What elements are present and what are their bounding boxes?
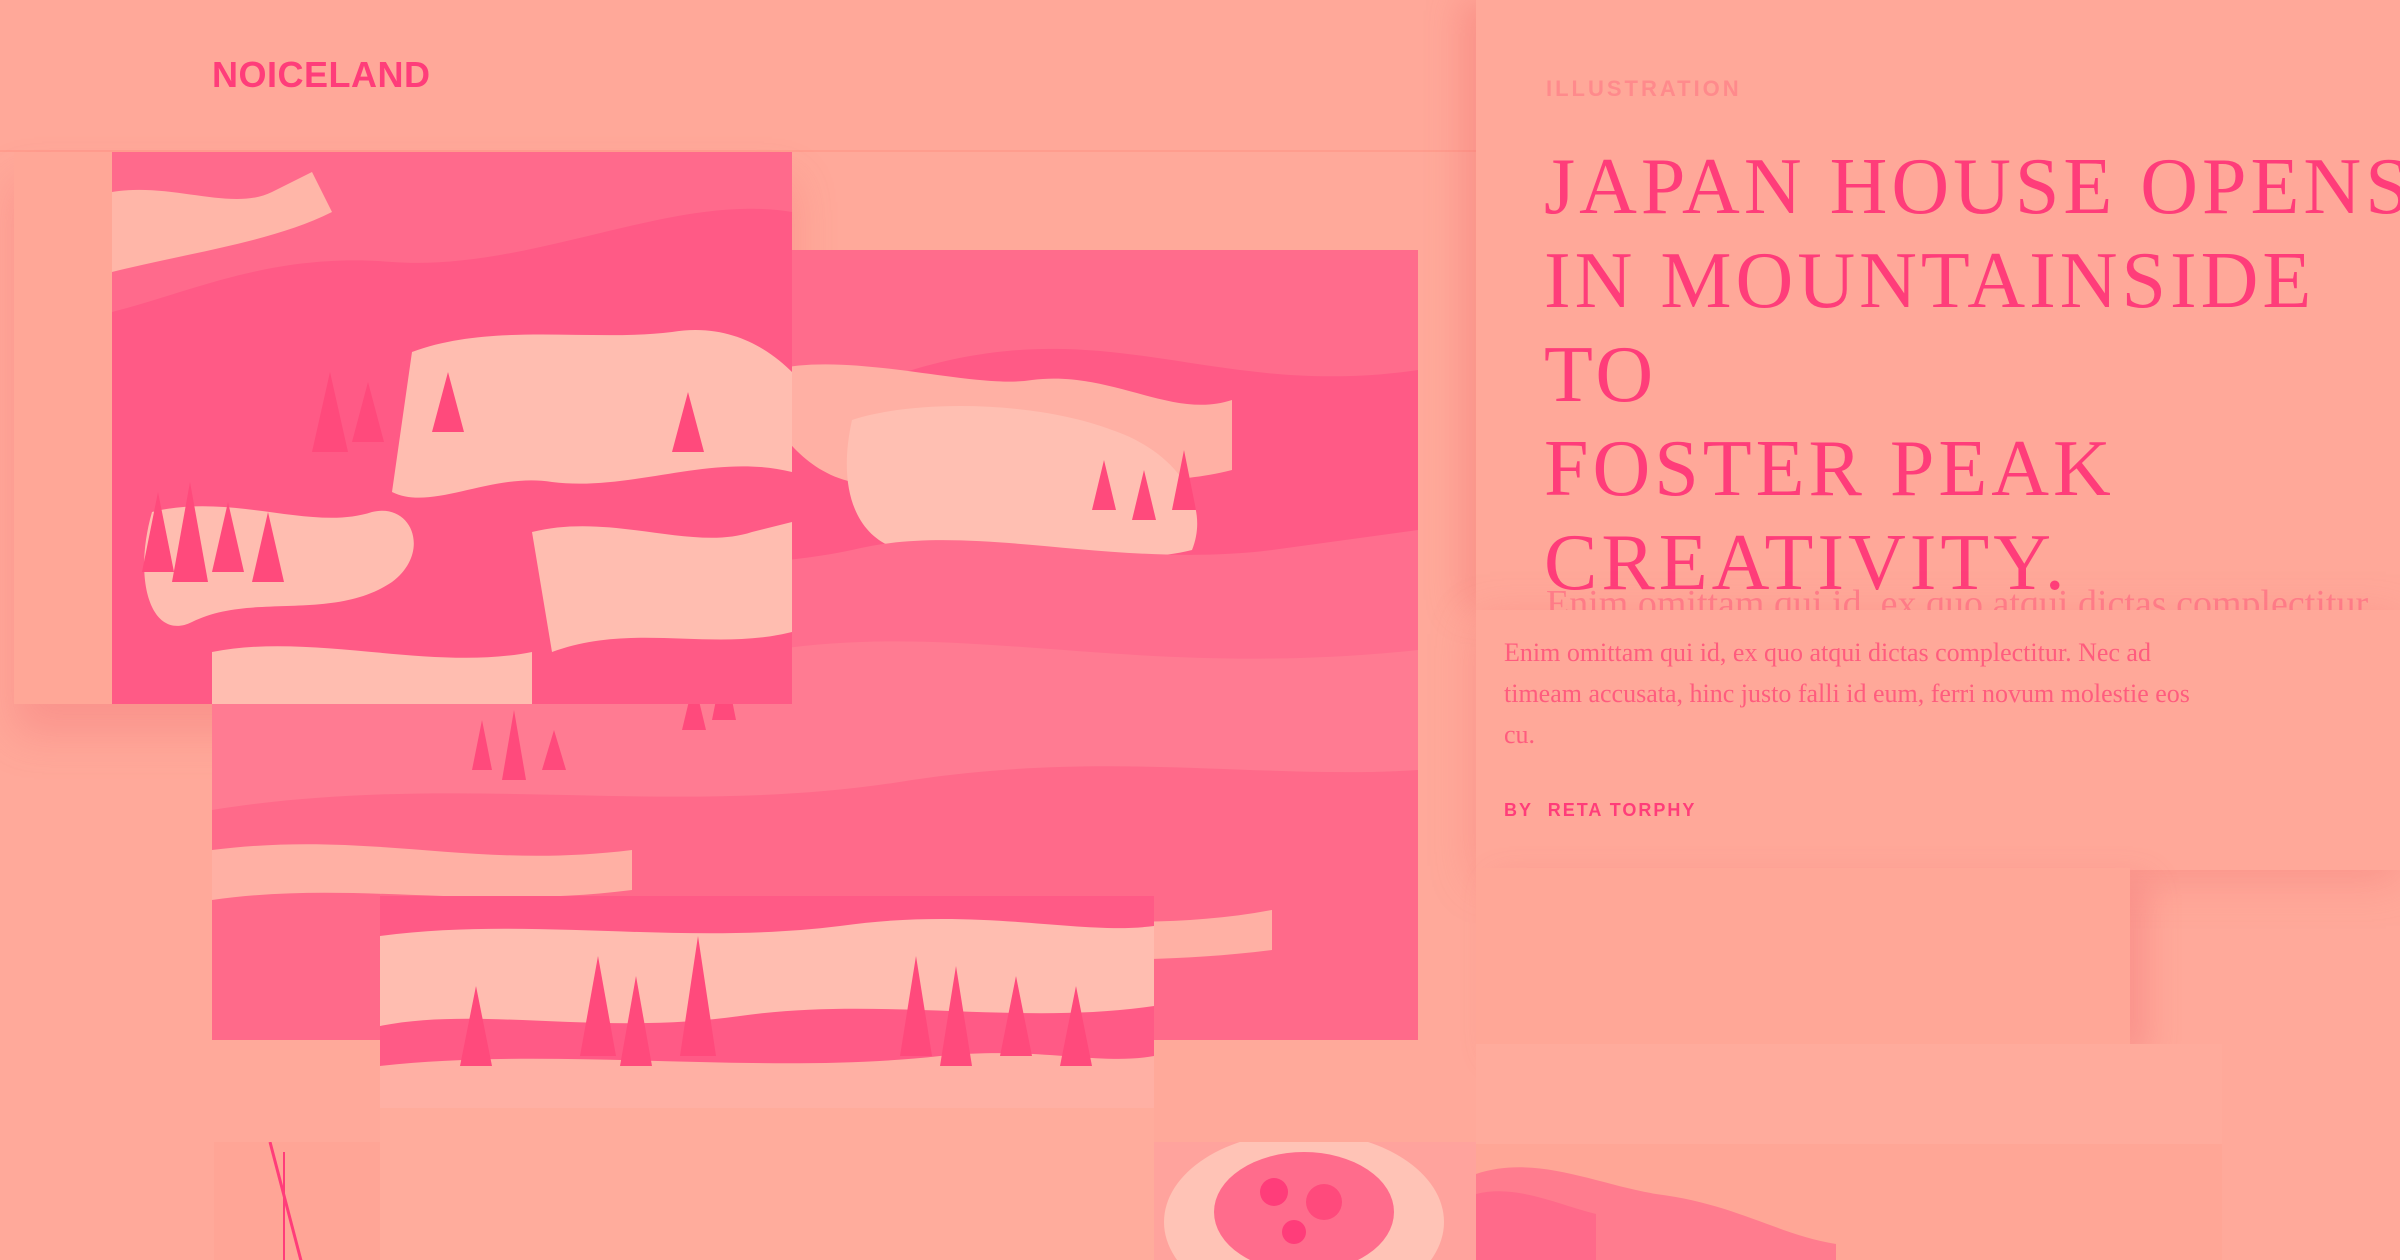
sketch-photo[interactable] xyxy=(214,1142,380,1260)
snowy-slope-illustration xyxy=(112,152,792,704)
article-summary: Enim omittam qui id, ex quo atqui dictas… xyxy=(1476,610,2400,870)
sketch-lines xyxy=(268,1142,303,1260)
article-excerpt: Enim omittam qui id, ex quo atqui dictas… xyxy=(1504,638,2190,749)
article-headline[interactable]: JAPAN HOUSE OPENS IN MOUNTAINSIDE TO FOS… xyxy=(1544,140,2400,610)
article-byline: BY RETA TORPHY xyxy=(1504,800,1696,821)
lake-illustration xyxy=(380,896,1154,1108)
landing-page: NOICELAND ILLUSTRATION JAPAN HOUSE OPENS… xyxy=(0,0,2400,1260)
coast-illustration xyxy=(1476,1044,2222,1260)
card-placeholder xyxy=(1476,868,2130,1044)
card-backdrop-bottom xyxy=(380,1108,1154,1260)
article-category[interactable]: ILLUSTRATION xyxy=(1546,76,1742,102)
byline-prefix: BY xyxy=(1504,800,1533,820)
landscape-photo[interactable] xyxy=(1476,1044,2222,1260)
dish-illustration xyxy=(1154,1142,1476,1260)
site-header: NOICELAND xyxy=(0,0,1476,152)
food-photo[interactable] xyxy=(1154,1142,1476,1260)
article-hero: ILLUSTRATION JAPAN HOUSE OPENS IN MOUNTA… xyxy=(1476,0,2400,625)
mountain-photo-top-left[interactable] xyxy=(112,152,792,704)
site-logo[interactable]: NOICELAND xyxy=(212,54,431,96)
mountain-photo-bottom[interactable] xyxy=(380,896,1154,1108)
author-name[interactable]: RETA TORPHY xyxy=(1548,800,1697,820)
